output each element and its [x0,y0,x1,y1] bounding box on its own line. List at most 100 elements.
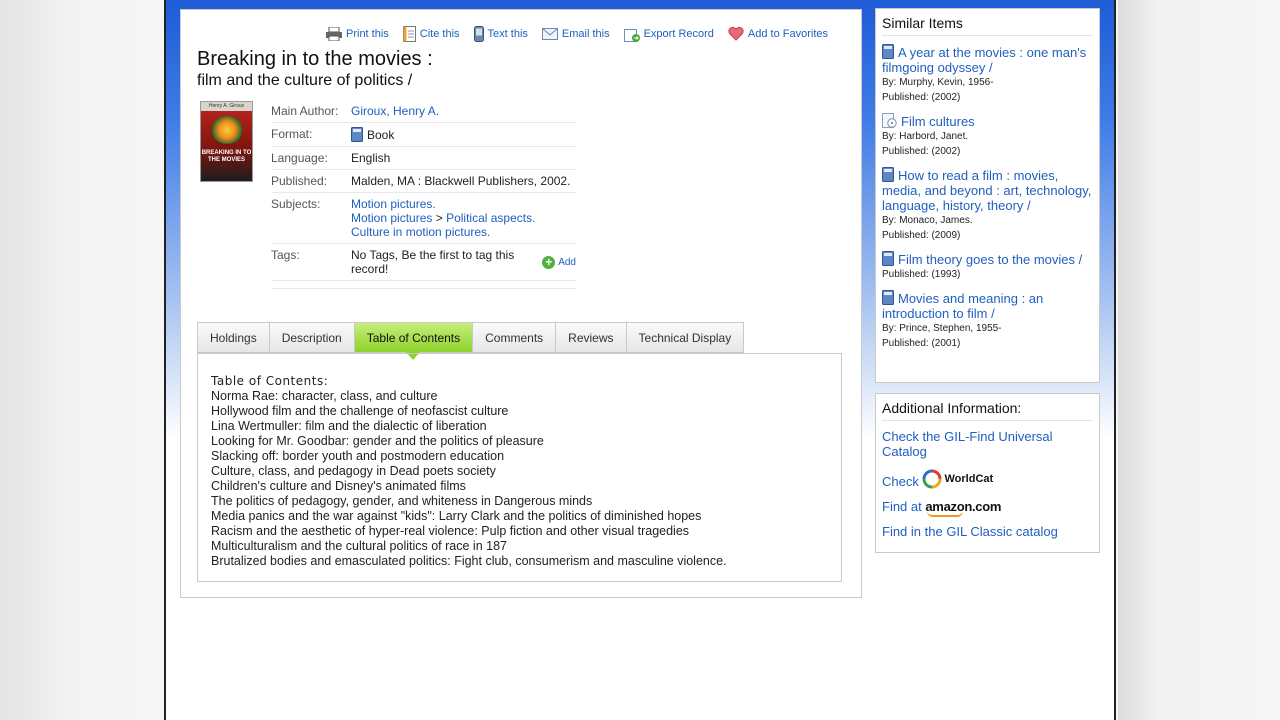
details-divider [271,281,576,289]
worldcat-logo: WorldCat [922,469,993,489]
similar-item-published: Published: (2002) [882,92,961,103]
similar-item-published: Published: (1993) [882,269,961,280]
similar-item-published: Published: (2009) [882,230,961,241]
gil-classic-link[interactable]: Find in the GIL Classic catalog [882,524,1093,539]
published-value: Malden, MA : Blackwell Publishers, 2002. [351,174,571,188]
record-title: Breaking in to the movies : [197,48,433,70]
published-row: Published: Malden, MA : Blackwell Publis… [271,170,576,193]
record-subtitle: film and the culture of politics / [197,72,413,89]
similar-item-link[interactable]: A year at the movies : one man's filmgoi… [882,44,1093,75]
amazon-link[interactable]: Find at amazon.com [882,499,1093,514]
table-of-contents-panel: Table of Contents: Norma Rae: character,… [197,353,842,582]
similar-item: Film cultures By: Harbord, Janet. Publis… [882,113,1093,159]
amazon-logo: amazon.com [925,499,1002,514]
similar-item-title: How to read a film : movies, media, and … [882,168,1092,213]
record-tabs: Holdings Description Table of Contents C… [197,322,745,360]
text-button[interactable]: Text this [473,26,528,42]
worldcat-icon [922,469,942,489]
format-row: Format: Book [271,123,576,147]
main-author-label: Main Author: [271,104,339,118]
toc-item: Looking for Mr. Goodbar: gender and the … [211,434,544,448]
toc-list: Norma Rae: character, class, and culture… [211,389,828,569]
tab-reviews[interactable]: Reviews [555,322,626,353]
similar-item: Movies and meaning : an introduction to … [882,290,1093,351]
gil-find-link[interactable]: Check the GIL-Find Universal Catalog [882,429,1093,459]
email-label: Email this [561,28,610,40]
book-icon [882,251,894,266]
tab-table-of-contents[interactable]: Table of Contents [353,322,473,360]
book-icon [882,290,894,305]
export-icon [623,28,640,42]
tab-comments[interactable]: Comments [472,322,556,353]
similar-item: Film theory goes to the movies / Publish… [882,251,1093,282]
add-to-favorites-button[interactable]: Add to Favorites [728,26,828,42]
similar-item-author: By: Prince, Stephen, 1955- [882,323,1002,334]
cite-button[interactable]: Cite this [402,26,460,42]
subject-link[interactable]: Culture in motion pictures. [351,225,535,239]
similar-item-title: Film theory goes to the movies / [898,252,1083,267]
subjects-row: Subjects: Motion pictures. Motion pictur… [271,193,576,244]
envelope-icon [541,28,558,40]
similar-item-author: By: Harbord, Janet. [882,131,969,142]
main-author-link[interactable]: Giroux, Henry A. [351,104,439,118]
print-label: Print this [346,28,389,40]
tab-technical-display[interactable]: Technical Display [625,322,745,353]
tab-description[interactable]: Description [268,322,354,353]
subjects-label: Subjects: [271,197,321,211]
toc-item: Racism and the aesthetic of hyper-real v… [211,524,690,538]
book-icon [351,127,363,142]
tags-empty-text: No Tags, Be the first to tag this record… [351,248,515,276]
print-button[interactable]: Print this [326,26,389,42]
cover-author: Henry A. Giroux [208,103,245,109]
similar-item-link[interactable]: Film theory goes to the movies / [882,251,1093,267]
similar-item-link[interactable]: Film cultures [882,113,1093,129]
plus-icon: + [542,255,556,269]
book-cover-image[interactable]: Henry A. Giroux BREAKING IN TO THE MOVIE… [200,101,253,182]
toc-item: Hollywood film and the challenge of neof… [211,404,509,418]
subject-link[interactable]: Motion pictures [351,211,432,225]
similar-item-published: Published: (2002) [882,146,961,157]
subject-link[interactable]: Political aspects. [446,211,535,225]
toc-item: Norma Rae: character, class, and culture [211,389,438,403]
similar-item-link[interactable]: How to read a film : movies, media, and … [882,167,1093,213]
similar-item-link[interactable]: Movies and meaning : an introduction to … [882,290,1093,321]
format-value: Book [367,127,395,142]
tab-holdings[interactable]: Holdings [197,322,269,353]
check-label: Check [882,474,919,489]
tags-row: Tags: No Tags, Be the first to tag this … [271,244,576,281]
worldcat-link[interactable]: Check WorldCat [882,469,1093,489]
record-panel: Print this Cite this Text this Email thi… [180,9,862,598]
toc-item: Brutalized bodies and emasculated politi… [211,554,727,568]
subject-link[interactable]: Motion pictures. [351,197,535,211]
email-button[interactable]: Email this [541,26,610,42]
similar-item-title: Movies and meaning : an introduction to … [882,291,1044,321]
similar-item-author: By: Monaco, James. [882,215,973,226]
language-value: English [351,151,391,165]
language-row: Language: English [271,147,576,170]
toc-item: Culture, class, and pedagogy in Dead poe… [211,464,496,478]
similar-item-title: A year at the movies : one man's filmgoi… [882,45,1087,75]
toc-item: Multiculturalism and the cultural politi… [211,539,507,553]
find-at-label: Find at [882,499,922,514]
toc-item: Lina Wertmuller: film and the dialectic … [211,419,487,433]
add-tag-button[interactable]: + Add [542,248,576,276]
citation-icon [402,26,416,42]
toc-heading: Table of Contents: [211,374,329,388]
similar-item: How to read a film : movies, media, and … [882,167,1093,243]
additional-information-box: Additional Information: Check the GIL-Fi… [875,393,1100,553]
printer-icon [326,27,342,41]
subject-separator: > [432,211,447,225]
similar-item-author: By: Murphy, Kevin, 1956- [882,77,994,88]
worldcat-wordmark: WorldCat [944,472,994,485]
language-label: Language: [271,151,328,165]
export-record-button[interactable]: Export Record [623,26,714,42]
toc-item: Media panics and the war against "kids":… [211,509,702,523]
cover-title: BREAKING IN TO THE MOVIES [201,150,252,163]
ebook-icon [882,113,897,128]
add-tag-label: Add [558,256,576,268]
toc-item: Children's culture and Disney's animated… [211,479,466,493]
favorites-label: Add to Favorites [747,28,828,40]
published-label: Published: [271,174,328,188]
heart-icon [728,27,744,41]
additional-information-title: Additional Information: [882,400,1093,421]
